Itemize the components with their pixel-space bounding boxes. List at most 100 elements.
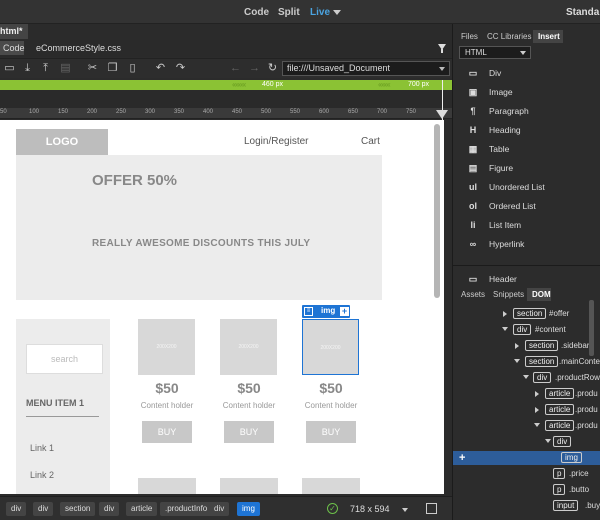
dom-node[interactable]: article .produ bbox=[453, 387, 600, 401]
folder-icon[interactable]: ▭ bbox=[3, 62, 16, 75]
address-bar[interactable]: file:///Unsaved_Document bbox=[282, 61, 450, 76]
insert-item-header[interactable]: ▭ Header bbox=[459, 271, 599, 289]
scissors-icon[interactable]: ✂ bbox=[86, 62, 99, 75]
preview-icon[interactable] bbox=[426, 503, 437, 514]
live-view-canvas[interactable]: LOGO Login/Register Cart OFFER 50% REALL… bbox=[0, 120, 444, 494]
sidebar-link-2[interactable]: Link 2 bbox=[30, 470, 54, 480]
upload-icon[interactable]: ⤒ bbox=[39, 62, 52, 75]
split-view-button[interactable]: Split bbox=[278, 7, 300, 18]
viewport-resize-handle[interactable] bbox=[436, 110, 448, 119]
collapse-icon[interactable] bbox=[534, 423, 540, 427]
media-query-bar[interactable]: ‹‹‹‹‹‹‹‹ 460 px ‹‹‹‹‹‹‹ 700 px bbox=[0, 80, 452, 90]
code-view-button[interactable]: Code bbox=[244, 7, 269, 18]
breadcrumb-item[interactable]: div bbox=[33, 502, 54, 516]
window-size-dropdown-icon[interactable] bbox=[402, 508, 408, 512]
tab-assets[interactable]: Assets bbox=[461, 290, 485, 299]
related-file-code[interactable]: Code bbox=[0, 41, 25, 55]
product-image[interactable]: 200X200 bbox=[220, 319, 277, 375]
related-file-css[interactable]: eCommerceStyle.css bbox=[36, 43, 121, 53]
expand-icon[interactable] bbox=[535, 407, 539, 413]
breadcrumb-item[interactable]: article bbox=[126, 502, 158, 516]
dom-node[interactable]: section .mainConte bbox=[453, 355, 600, 369]
sidebar-link-1[interactable]: Link 1 bbox=[30, 443, 54, 453]
copy-icon[interactable]: ❐ bbox=[106, 62, 119, 75]
dom-node[interactable]: article .produ bbox=[453, 403, 600, 417]
insert-category-select[interactable]: HTML bbox=[459, 46, 531, 59]
dom-node[interactable]: p .price bbox=[453, 467, 600, 481]
address-dropdown-icon[interactable] bbox=[439, 67, 445, 71]
dom-node[interactable]: div #content bbox=[453, 323, 600, 337]
buy-button[interactable]: BUY bbox=[306, 421, 356, 443]
product-image-next-row[interactable] bbox=[302, 478, 360, 494]
dom-node[interactable]: section .sidebar bbox=[453, 339, 600, 353]
workspace-switcher[interactable]: Standard bbox=[566, 7, 600, 18]
undo-icon[interactable]: ↶ bbox=[154, 62, 167, 75]
live-view-button[interactable]: Live bbox=[310, 7, 330, 18]
insert-item-ordered-list[interactable]: ol Ordered List bbox=[459, 198, 599, 216]
panel-scrollbar[interactable] bbox=[589, 300, 594, 356]
product-image-selected[interactable]: 200X200 bbox=[302, 319, 359, 375]
insert-item-heading[interactable]: H Heading bbox=[459, 122, 599, 140]
search-input[interactable]: search bbox=[26, 344, 103, 374]
product-image-next-row[interactable] bbox=[220, 478, 278, 494]
breadcrumb-item[interactable]: div bbox=[209, 502, 230, 516]
element-hud[interactable]: ≡ img + bbox=[302, 305, 350, 318]
dom-node[interactable]: section #offer bbox=[453, 307, 600, 321]
cart-link[interactable]: Cart bbox=[361, 136, 380, 147]
dom-node[interactable]: p .butto bbox=[453, 483, 600, 497]
logo[interactable]: LOGO bbox=[16, 129, 108, 155]
tab-insert[interactable]: Insert bbox=[538, 32, 560, 41]
window-size[interactable]: 718 x 594 bbox=[350, 504, 390, 514]
download-icon[interactable]: ⤓ bbox=[21, 62, 34, 75]
buy-button[interactable]: BUY bbox=[224, 421, 274, 443]
insert-item-div[interactable]: ▭ Div bbox=[459, 65, 599, 83]
forward-icon[interactable]: → bbox=[248, 62, 261, 75]
dom-node[interactable]: article .produ bbox=[453, 419, 600, 433]
breadcrumb-item[interactable]: section bbox=[60, 502, 96, 516]
product-image-next-row[interactable] bbox=[138, 478, 196, 494]
product-image[interactable]: 200X200 bbox=[138, 319, 195, 375]
print-icon[interactable]: ▤ bbox=[59, 62, 72, 75]
insert-item-paragraph[interactable]: ¶ Paragraph bbox=[459, 103, 599, 121]
live-view-dropdown-icon[interactable] bbox=[333, 10, 341, 15]
dom-node[interactable]: div bbox=[453, 435, 600, 449]
offer-banner[interactable] bbox=[16, 155, 382, 300]
paste-icon[interactable]: ▯ bbox=[126, 62, 139, 75]
canvas-scrollbar[interactable] bbox=[434, 124, 440, 298]
collapse-icon[interactable] bbox=[545, 439, 551, 443]
tab-cc-libraries[interactable]: CC Libraries bbox=[487, 32, 531, 41]
tab-dom[interactable]: DOM bbox=[532, 290, 551, 299]
insert-item-list-item[interactable]: li List Item bbox=[459, 217, 599, 235]
filter-icon[interactable] bbox=[438, 44, 446, 53]
tab-files[interactable]: Files bbox=[461, 32, 478, 41]
insert-item-figure[interactable]: ▤ Figure bbox=[459, 160, 599, 178]
breadcrumb-item[interactable]: div bbox=[99, 502, 120, 516]
breadcrumb-item[interactable]: .productInfo bbox=[160, 502, 213, 516]
add-element-button[interactable]: + bbox=[459, 453, 465, 464]
redo-icon[interactable]: ↷ bbox=[174, 62, 187, 75]
tab-snippets[interactable]: Snippets bbox=[493, 290, 524, 299]
back-icon[interactable]: ← bbox=[229, 62, 242, 75]
collapse-icon[interactable] bbox=[502, 327, 508, 331]
hamburger-menu-icon[interactable]: ≡ bbox=[304, 307, 313, 316]
collapse-icon[interactable] bbox=[523, 375, 529, 379]
dom-node[interactable]: input .buyB bbox=[453, 499, 600, 513]
expand-icon[interactable] bbox=[515, 343, 519, 349]
buy-button[interactable]: BUY bbox=[142, 421, 192, 443]
breadcrumb-item-active[interactable]: img bbox=[237, 502, 260, 516]
menu-item-1[interactable]: MENU ITEM 1 bbox=[26, 398, 84, 408]
expand-icon[interactable] bbox=[503, 311, 507, 317]
expand-icon[interactable] bbox=[535, 391, 539, 397]
dom-node-selected[interactable]: + img bbox=[453, 451, 600, 465]
dom-node[interactable]: div .productRow bbox=[453, 371, 600, 385]
insert-item-image[interactable]: ▣ Image bbox=[459, 84, 599, 102]
refresh-icon[interactable]: ↻ bbox=[266, 62, 279, 75]
document-tab[interactable]: html* bbox=[0, 24, 28, 39]
insert-item-table[interactable]: ▦ Table bbox=[459, 141, 599, 159]
insert-item-hyperlink[interactable]: ∞ Hyperlink bbox=[459, 236, 599, 254]
collapse-icon[interactable] bbox=[514, 359, 520, 363]
insert-item-unordered-list[interactable]: ul Unordered List bbox=[459, 179, 599, 197]
add-class-button[interactable]: + bbox=[340, 307, 349, 316]
breadcrumb-item[interactable]: div bbox=[6, 502, 27, 516]
login-register-link[interactable]: Login/Register bbox=[244, 136, 308, 147]
